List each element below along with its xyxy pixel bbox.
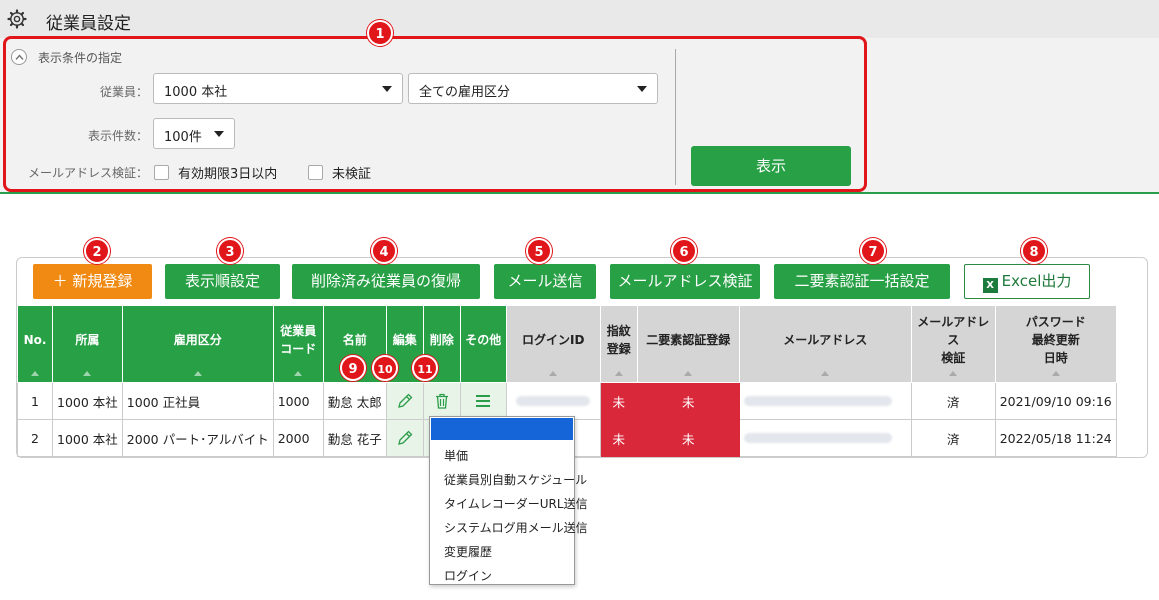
send-mail-button[interactable]: メール送信	[494, 264, 596, 299]
sort-icon	[294, 371, 303, 376]
excel-export-label: Excel出力	[1001, 272, 1072, 290]
edit-button[interactable]	[385, 419, 424, 457]
callout-badge: 5	[526, 238, 552, 264]
callout-badge: 10	[372, 355, 398, 381]
cell-code: 2000	[272, 419, 324, 457]
cell-twofactor: 未	[636, 419, 740, 457]
excel-export-button[interactable]: X Excel出力	[964, 264, 1090, 299]
verify-mail-button[interactable]: メールアドレス検証	[610, 264, 760, 299]
sort-icon	[549, 371, 558, 376]
pencil-icon	[397, 393, 413, 408]
cell-employment: 2000 パート･アルバイト	[121, 419, 274, 457]
redacted-login-id	[516, 395, 591, 406]
hamburger-menu-icon	[476, 395, 491, 407]
cell-no: 2	[17, 419, 53, 457]
excel-icon: X	[982, 278, 998, 293]
cell-fingerprint: 未	[599, 419, 638, 457]
pencil-icon	[397, 430, 413, 445]
col-header-twofactor[interactable]: 二要素認証登録	[636, 305, 740, 383]
sort-icon	[684, 371, 693, 376]
col-header-other: その他	[459, 305, 507, 383]
cell-login-id	[505, 382, 601, 420]
cell-twofactor: 未	[636, 382, 740, 420]
cell-name: 勤怠 太郎	[322, 382, 387, 420]
callout-badge: 9	[340, 355, 366, 381]
col-header-fingerprint[interactable]: 指紋 登録	[599, 305, 638, 383]
redacted-email	[743, 395, 892, 406]
cell-email	[738, 382, 912, 420]
display-order-button[interactable]: 表示順設定	[165, 264, 280, 299]
callout-badge: 3	[217, 238, 243, 264]
sort-icon	[949, 371, 958, 376]
menu-item-syslog-mail[interactable]: システムログ用メール送信	[444, 519, 588, 536]
table-header-row: No. 所属 雇用区分 従業員 コード 名前 編集 削除 その他 ログインID …	[17, 305, 1117, 383]
gear-icon	[7, 9, 27, 29]
cell-fingerprint: 未	[599, 382, 638, 420]
page-title: 従業員設定	[46, 14, 131, 34]
sort-icon	[83, 371, 92, 376]
callout-badge: 1	[367, 20, 393, 46]
sort-icon	[821, 371, 830, 376]
other-menu-button[interactable]	[459, 382, 507, 420]
callout-badge: 2	[84, 238, 110, 264]
callout-badge: 8	[1021, 238, 1047, 264]
menu-item-auto-schedule[interactable]: 従業員別自動スケジュール	[444, 471, 587, 488]
callout-outline-filter	[3, 36, 867, 192]
menu-item-timerecorder-url[interactable]: タイムレコーダーURL送信	[444, 495, 588, 512]
sort-icon	[1051, 371, 1060, 376]
menu-item-change-history[interactable]: 変更履歴	[444, 543, 492, 560]
col-header-email[interactable]: メールアドレス	[738, 305, 912, 383]
col-header-password-updated[interactable]: パスワード 最終更新 日時	[994, 305, 1117, 383]
sort-icon	[193, 371, 202, 376]
cell-password-updated: 2021/09/10 09:16	[994, 382, 1117, 420]
menu-item-login[interactable]: ログイン	[444, 567, 492, 584]
other-actions-menu: 単価 従業員別自動スケジュール タイムレコーダーURL送信 システムログ用メール…	[429, 416, 588, 585]
callout-badge: 6	[671, 238, 697, 264]
cell-no: 1	[17, 382, 53, 420]
cell-code: 1000	[272, 382, 324, 420]
edit-button[interactable]	[385, 382, 424, 420]
callout-badge: 4	[371, 238, 397, 264]
col-header-email-verified[interactable]: メールアドレス 検証	[910, 305, 996, 383]
sort-icon	[614, 371, 623, 376]
cell-name: 勤怠 花子	[322, 419, 387, 457]
callout-badge: 11	[412, 355, 438, 381]
delete-button[interactable]	[422, 382, 461, 420]
cell-email-verified: 済	[910, 382, 996, 420]
table-row: 1 1000 本社 1000 正社員 1000 勤怠 太郎 未 未 済 2021…	[17, 382, 1117, 420]
redacted-email	[743, 432, 892, 443]
restore-deleted-button[interactable]: 削除済み従業員の復帰	[292, 264, 480, 299]
cell-password-updated: 2022/05/18 11:24	[994, 419, 1117, 457]
callout-badge: 7	[860, 238, 886, 264]
cell-email-verified: 済	[910, 419, 996, 457]
cell-email	[738, 419, 912, 457]
menu-highlight	[431, 418, 573, 440]
col-header-login-id[interactable]: ログインID	[505, 305, 601, 383]
menu-item-unit-price[interactable]: 単価	[444, 447, 468, 464]
top-bar: 従業員設定	[0, 0, 1159, 38]
col-header-no[interactable]: No.	[17, 305, 53, 383]
cell-employment: 1000 正社員	[121, 382, 274, 420]
cell-office: 1000 本社	[52, 382, 123, 420]
col-header-employment[interactable]: 雇用区分	[121, 305, 274, 383]
trash-icon	[435, 393, 448, 409]
col-header-code[interactable]: 従業員 コード	[272, 305, 324, 383]
sort-icon	[31, 371, 39, 376]
twofactor-bulk-button[interactable]: 二要素認証一括設定	[774, 264, 950, 299]
new-registration-button[interactable]: ＋ 新規登録	[33, 264, 152, 299]
cell-office: 1000 本社	[52, 419, 123, 457]
col-header-office[interactable]: 所属	[52, 305, 123, 383]
